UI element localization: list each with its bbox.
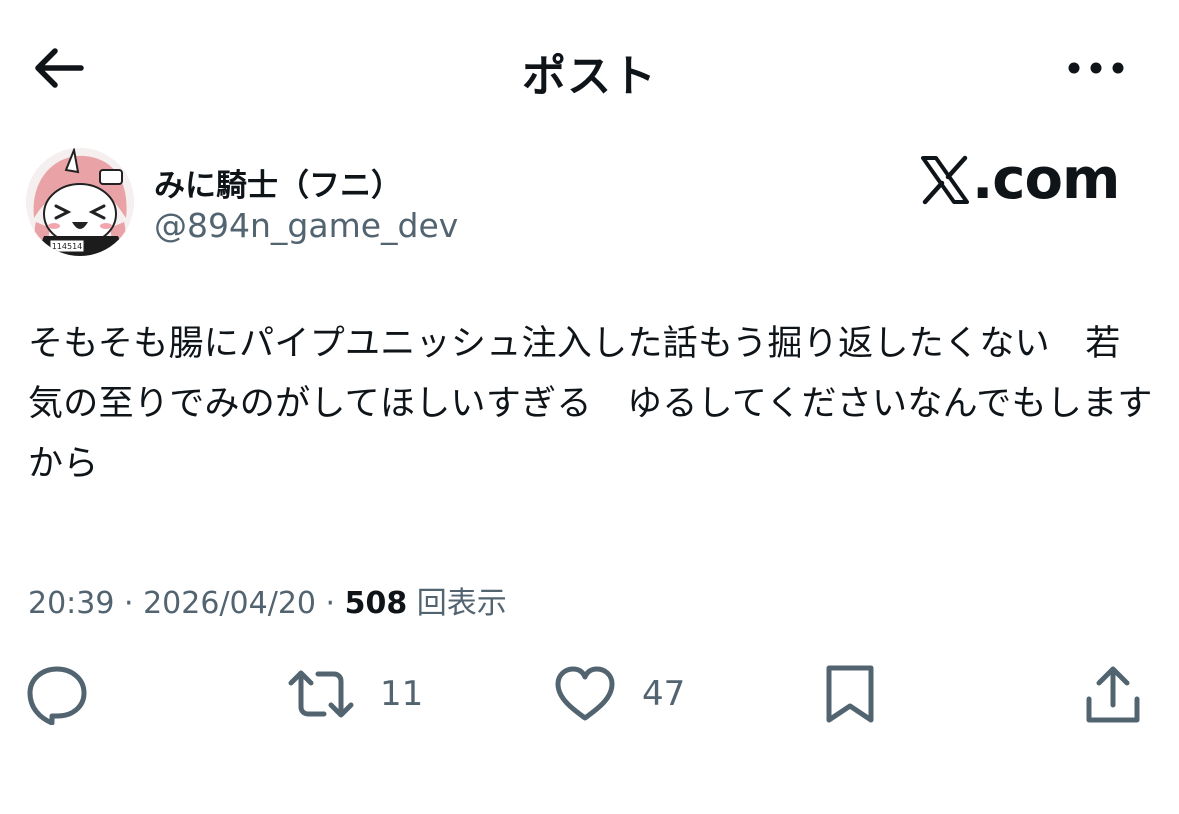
like-count: 47 — [642, 674, 686, 714]
views-count: 508 — [344, 586, 408, 621]
retweet-icon — [288, 670, 354, 718]
ellipsis-icon — [1068, 62, 1124, 74]
post-action-bar: 11 47 — [0, 650, 1179, 740]
reply-icon — [27, 666, 87, 725]
page-title: ポスト — [522, 51, 657, 102]
more-options-button[interactable] — [1060, 46, 1132, 90]
post-text: そもそも腸にパイプユニッシュ注入した話もう掘り返したくない 若気の至りでみのがし… — [28, 324, 1153, 484]
x-com-watermark: .com — [920, 147, 1120, 212]
post-time[interactable]: 20:39 — [28, 586, 114, 621]
meta-separator: · — [114, 586, 144, 621]
reply-button[interactable] — [26, 650, 88, 738]
watermark-text: .com — [972, 147, 1120, 212]
meta-separator: · — [316, 586, 345, 621]
bookmark-button[interactable] — [824, 650, 876, 738]
views-label: 回表示 — [416, 586, 507, 621]
share-button[interactable] — [1084, 650, 1142, 738]
avatar[interactable]: 114514 — [26, 148, 134, 256]
author-handle[interactable]: @894n_game_dev — [154, 206, 458, 245]
heart-icon — [555, 666, 615, 721]
retweet-count: 11 — [380, 674, 424, 714]
retweet-button[interactable]: 11 — [288, 650, 423, 738]
like-button[interactable]: 47 — [554, 650, 685, 738]
author-display-name[interactable]: みに騎士（フニ） — [154, 160, 402, 205]
post-date[interactable]: 2026/04/20 — [143, 586, 316, 621]
bookmark-icon — [826, 665, 874, 723]
x-logo-icon — [921, 155, 969, 205]
post-meta: 20:39 · 2026/04/20 · 508 回表示 — [28, 578, 507, 622]
avatar-illustration: 114514 — [26, 148, 134, 256]
top-bar: ポスト — [0, 0, 1179, 130]
share-icon — [1086, 666, 1140, 723]
avatar-tag-text: 114514 — [52, 242, 83, 251]
